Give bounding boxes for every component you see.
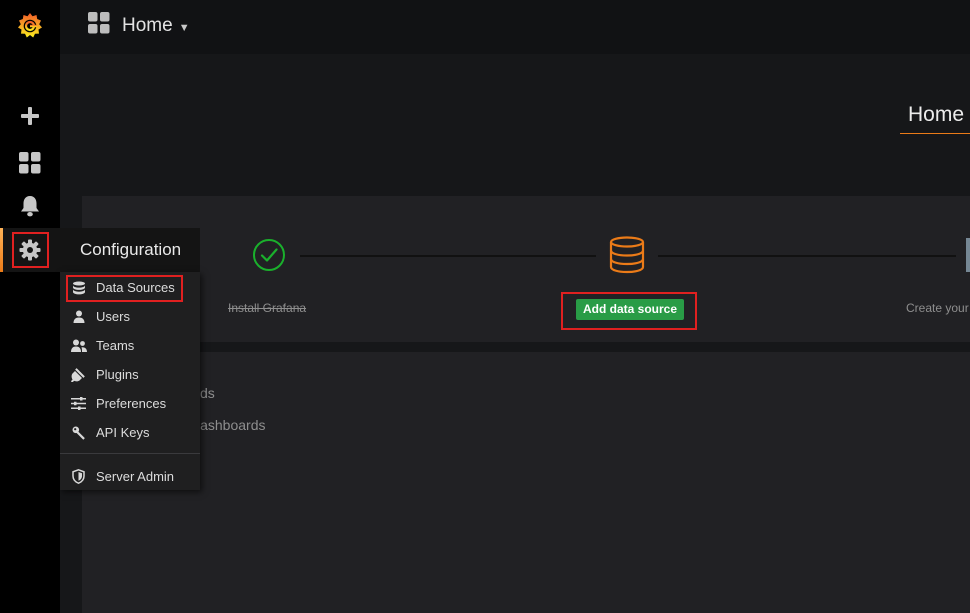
getting-started-panel bbox=[82, 196, 970, 342]
dashboard-picker[interactable]: Home ▼ bbox=[88, 8, 190, 44]
step-install-label: Install Grafana bbox=[228, 301, 307, 315]
grafana-logo-icon bbox=[18, 13, 42, 38]
plug-icon bbox=[70, 366, 87, 383]
menu-item-label: API Keys bbox=[96, 425, 150, 440]
configuration-menu[interactable] bbox=[0, 228, 60, 272]
create-menu[interactable] bbox=[0, 94, 60, 138]
config-menu-title: Configuration bbox=[60, 228, 200, 272]
grafana-app: Home ▼ Home Install Grafana Add data sou… bbox=[0, 0, 970, 613]
dashboards-grid-icon bbox=[19, 152, 41, 174]
sidebar bbox=[0, 0, 60, 613]
menu-item-label: Data Sources bbox=[96, 280, 175, 295]
step-create-label: Create your bbox=[906, 301, 969, 315]
menu-item-data-sources[interactable]: Data Sources bbox=[60, 273, 200, 302]
plus-icon bbox=[21, 107, 39, 125]
dashboard-title: Home bbox=[122, 15, 173, 36]
menu-item-label: Teams bbox=[96, 338, 135, 353]
bell-icon bbox=[21, 196, 39, 217]
sliders-icon bbox=[70, 395, 87, 412]
database-icon bbox=[70, 279, 87, 296]
recent-dashboards-link[interactable]: lashboards bbox=[197, 417, 266, 433]
step-connector bbox=[658, 255, 956, 257]
menu-item-label: Plugins bbox=[96, 367, 139, 382]
menu-item-plugins[interactable]: Plugins bbox=[60, 360, 200, 389]
menu-item-teams[interactable]: Teams bbox=[60, 331, 200, 360]
menu-divider bbox=[60, 453, 200, 454]
add-data-source-button[interactable]: Add data source bbox=[576, 299, 685, 320]
top-navbar bbox=[60, 0, 970, 54]
config-dropdown: Data Sources Users Teams Plugins Prefere… bbox=[60, 272, 200, 490]
menu-item-users[interactable]: Users bbox=[60, 302, 200, 331]
caret-down-icon: ▼ bbox=[178, 21, 190, 34]
users-icon bbox=[70, 337, 87, 354]
starred-dashboards-link[interactable]: ds bbox=[200, 385, 215, 401]
step-connector bbox=[300, 255, 596, 257]
grafana-logo[interactable] bbox=[0, 4, 60, 48]
menu-item-preferences[interactable]: Preferences bbox=[60, 389, 200, 418]
dashboard-step-icon bbox=[966, 238, 970, 277]
key-icon bbox=[70, 424, 87, 441]
shield-icon bbox=[70, 468, 87, 485]
page-title: Home bbox=[900, 96, 970, 134]
dashboards-grid-icon bbox=[88, 12, 110, 40]
alerting-menu[interactable] bbox=[0, 184, 60, 228]
check-circle-icon bbox=[252, 238, 286, 277]
menu-item-label: Server Admin bbox=[96, 469, 175, 484]
menu-item-label: Preferences bbox=[96, 396, 167, 411]
menu-item-label: Users bbox=[96, 309, 130, 324]
menu-item-api-keys[interactable]: API Keys bbox=[60, 418, 200, 447]
dashboards-menu[interactable] bbox=[0, 141, 60, 185]
gear-icon bbox=[19, 239, 41, 261]
dashboards-panel bbox=[82, 352, 970, 613]
user-icon bbox=[70, 308, 87, 325]
menu-item-server-admin[interactable]: Server Admin bbox=[60, 462, 200, 491]
database-icon bbox=[608, 236, 646, 279]
